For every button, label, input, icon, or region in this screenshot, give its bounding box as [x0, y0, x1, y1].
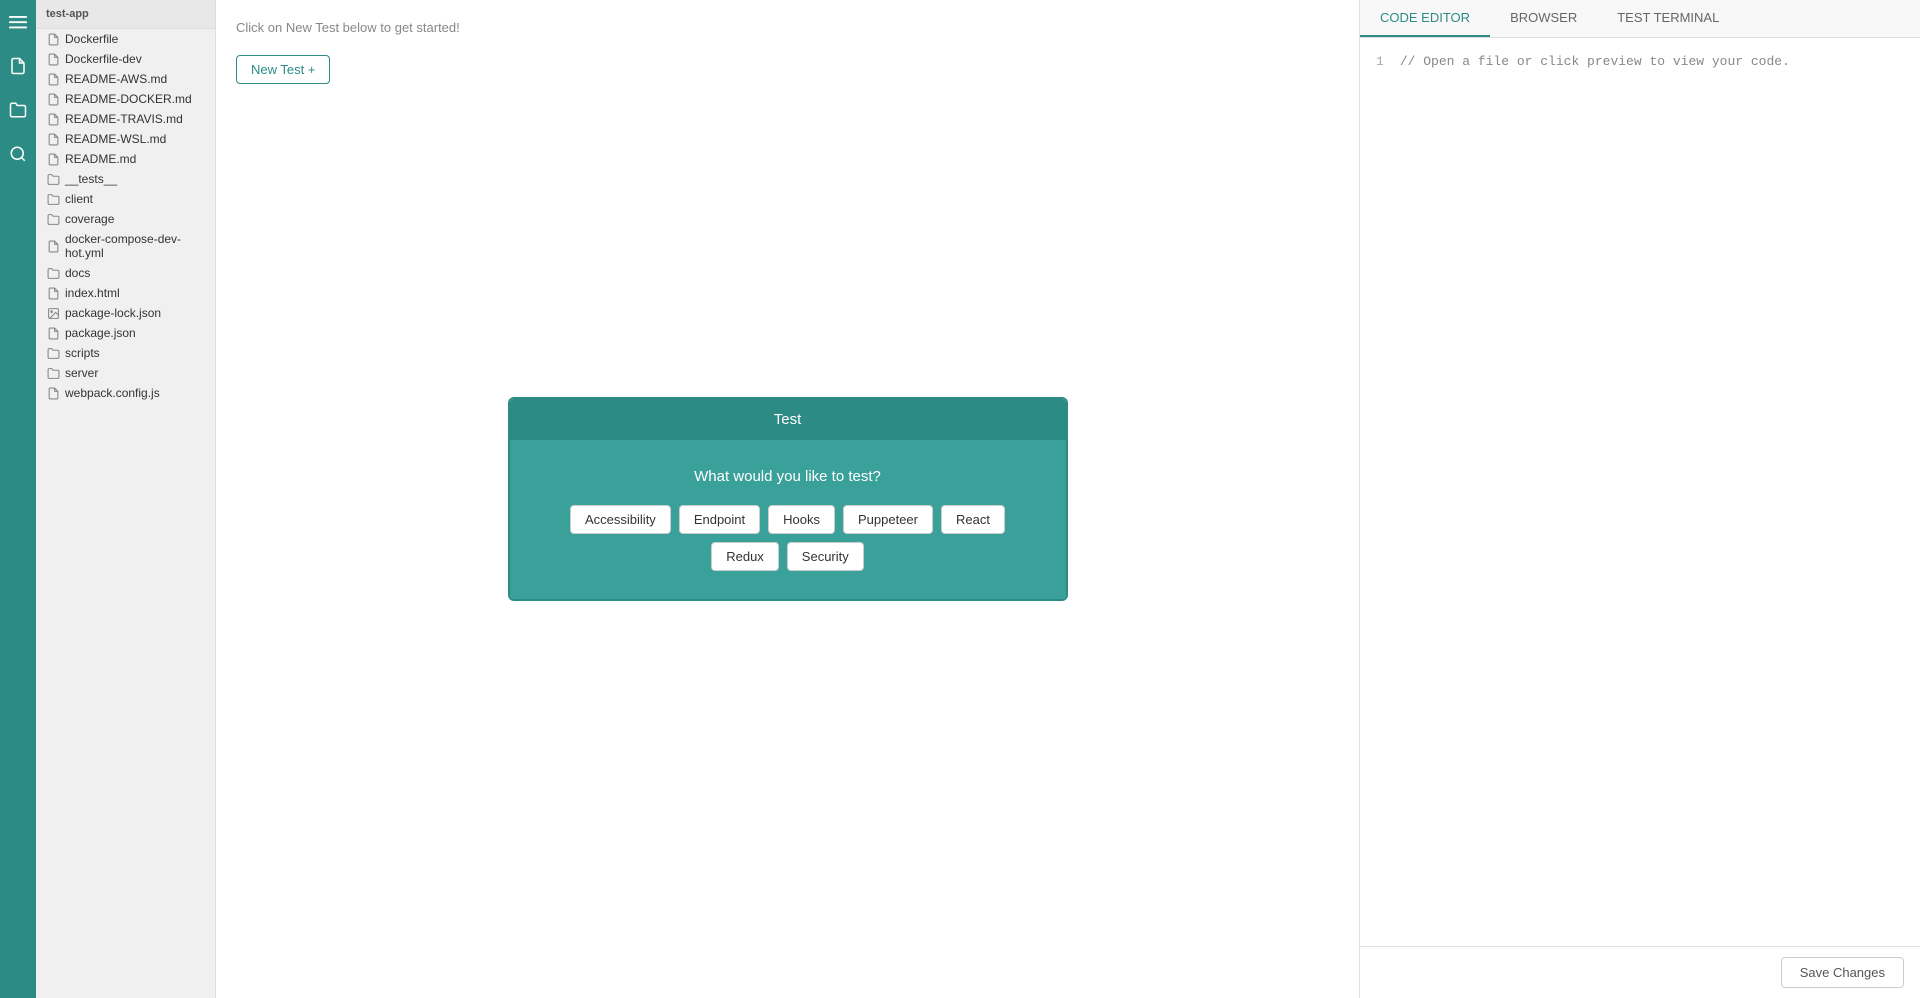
modal-option-button[interactable]: Endpoint	[679, 505, 760, 534]
file-tree-item-label: coverage	[65, 212, 114, 226]
file-tree-item-label: README.md	[65, 152, 136, 166]
modal-option-button[interactable]: Accessibility	[570, 505, 671, 534]
doc-icon	[46, 112, 60, 126]
menu-icon[interactable]	[4, 8, 32, 36]
doc-icon	[46, 239, 60, 253]
folder-icon	[46, 346, 60, 360]
modal-title: Test	[510, 399, 1066, 440]
file-tree-item[interactable]: Dockerfile-dev	[36, 49, 215, 69]
doc-icon	[46, 52, 60, 66]
icon-sidebar	[0, 0, 36, 998]
modal-body: What would you like to test? Accessibili…	[510, 440, 1066, 599]
file-tree-item[interactable]: docs	[36, 263, 215, 283]
file-tree-item-label: README-TRAVIS.md	[65, 112, 183, 126]
line-number: 1	[1376, 54, 1384, 69]
save-changes-button[interactable]: Save Changes	[1781, 957, 1904, 988]
file-tree-item-label: README-AWS.md	[65, 72, 167, 86]
folder-icon	[46, 212, 60, 226]
file-tree-item[interactable]: README-DOCKER.md	[36, 89, 215, 109]
doc-icon	[46, 132, 60, 146]
file-tree-item[interactable]: Dockerfile	[36, 29, 215, 49]
editor-content: 1 // Open a file or click preview to view…	[1360, 38, 1920, 946]
file-tree-item-label: __tests__	[65, 172, 117, 186]
search-nav-icon[interactable]	[4, 140, 32, 168]
file-tree-item[interactable]: client	[36, 189, 215, 209]
file-tree-item-label: server	[65, 366, 98, 380]
file-tree-item-label: index.html	[65, 286, 120, 300]
doc-icon	[46, 386, 60, 400]
editor-tab-test-terminal[interactable]: TEST TERMINAL	[1597, 0, 1739, 37]
content-split: Click on New Test below to get started! …	[216, 0, 1920, 998]
doc-icon	[46, 286, 60, 300]
file-tree: test-app Dockerfile Dockerfile-dev README-…	[36, 0, 216, 998]
modal-option-button[interactable]: Puppeteer	[843, 505, 933, 534]
panel-hint: Click on New Test below to get started!	[236, 20, 1339, 35]
doc-icon	[46, 72, 60, 86]
editor-tab-browser[interactable]: BROWSER	[1490, 0, 1597, 37]
file-tree-item-label: docs	[65, 266, 90, 280]
folder-icon	[46, 366, 60, 380]
doc-icon	[46, 92, 60, 106]
doc-icon	[46, 32, 60, 46]
file-tree-item[interactable]: scripts	[36, 343, 215, 363]
file-nav-icon[interactable]	[4, 52, 32, 80]
file-tree-item-label: Dockerfile-dev	[65, 52, 142, 66]
file-tree-item-label: client	[65, 192, 93, 206]
modal-option-button[interactable]: Redux	[711, 542, 779, 571]
folder-icon	[46, 266, 60, 280]
file-tree-item-label: package-lock.json	[65, 306, 161, 320]
file-tree-item-label: docker-compose-dev-hot.yml	[65, 232, 205, 260]
folder-icon	[46, 172, 60, 186]
modal-option-button[interactable]: React	[941, 505, 1005, 534]
modal-option-button[interactable]: Hooks	[768, 505, 835, 534]
new-test-button[interactable]: New Test +	[236, 55, 330, 84]
doc-icon	[46, 326, 60, 340]
folder-icon	[46, 192, 60, 206]
editor-placeholder: // Open a file or click preview to view …	[1400, 54, 1790, 69]
modal-option-button[interactable]: Security	[787, 542, 864, 571]
img-icon	[46, 306, 60, 320]
file-tree-item-label: README-DOCKER.md	[65, 92, 192, 106]
modal-options: Accessibility Endpoint Hooks Puppeteer React…	[540, 505, 1036, 571]
file-tree-item[interactable]: server	[36, 363, 215, 383]
editor-tabs: CODE EDITORBROWSERTEST TERMINAL	[1360, 0, 1920, 38]
file-tree-item[interactable]: README.md	[36, 149, 215, 169]
editor-panel: CODE EDITORBROWSERTEST TERMINAL 1 // Open…	[1360, 0, 1920, 998]
file-tree-item[interactable]: __tests__	[36, 169, 215, 189]
file-tree-item-label: README-WSL.md	[65, 132, 166, 146]
file-tree-item[interactable]: coverage	[36, 209, 215, 229]
file-tree-item[interactable]: README-TRAVIS.md	[36, 109, 215, 129]
editor-tab-code-editor[interactable]: CODE EDITOR	[1360, 0, 1490, 37]
file-tree-item[interactable]: README-AWS.md	[36, 69, 215, 89]
file-tree-item[interactable]: README-WSL.md	[36, 129, 215, 149]
folder-nav-icon[interactable]	[4, 96, 32, 124]
editor-footer: Save Changes	[1360, 946, 1920, 998]
file-tree-item-label: scripts	[65, 346, 100, 360]
file-tree-item[interactable]: index.html	[36, 283, 215, 303]
file-tree-item[interactable]: package.json	[36, 323, 215, 343]
main-content: Click on New Test below to get started! …	[216, 0, 1920, 998]
file-tree-item[interactable]: package-lock.json	[36, 303, 215, 323]
file-tree-header: test-app	[36, 0, 215, 29]
modal-overlay: Test What would you like to test? Access…	[216, 0, 1359, 998]
file-tree-item-label: webpack.config.js	[65, 386, 160, 400]
file-tree-item-label: Dockerfile	[65, 32, 118, 46]
test-panel: Click on New Test below to get started! …	[216, 0, 1360, 998]
doc-icon	[46, 152, 60, 166]
file-tree-item[interactable]: webpack.config.js	[36, 383, 215, 403]
modal-question: What would you like to test?	[540, 468, 1036, 485]
test-modal: Test What would you like to test? Access…	[508, 397, 1068, 601]
file-tree-item-label: package.json	[65, 326, 136, 340]
file-tree-item[interactable]: docker-compose-dev-hot.yml	[36, 229, 215, 263]
